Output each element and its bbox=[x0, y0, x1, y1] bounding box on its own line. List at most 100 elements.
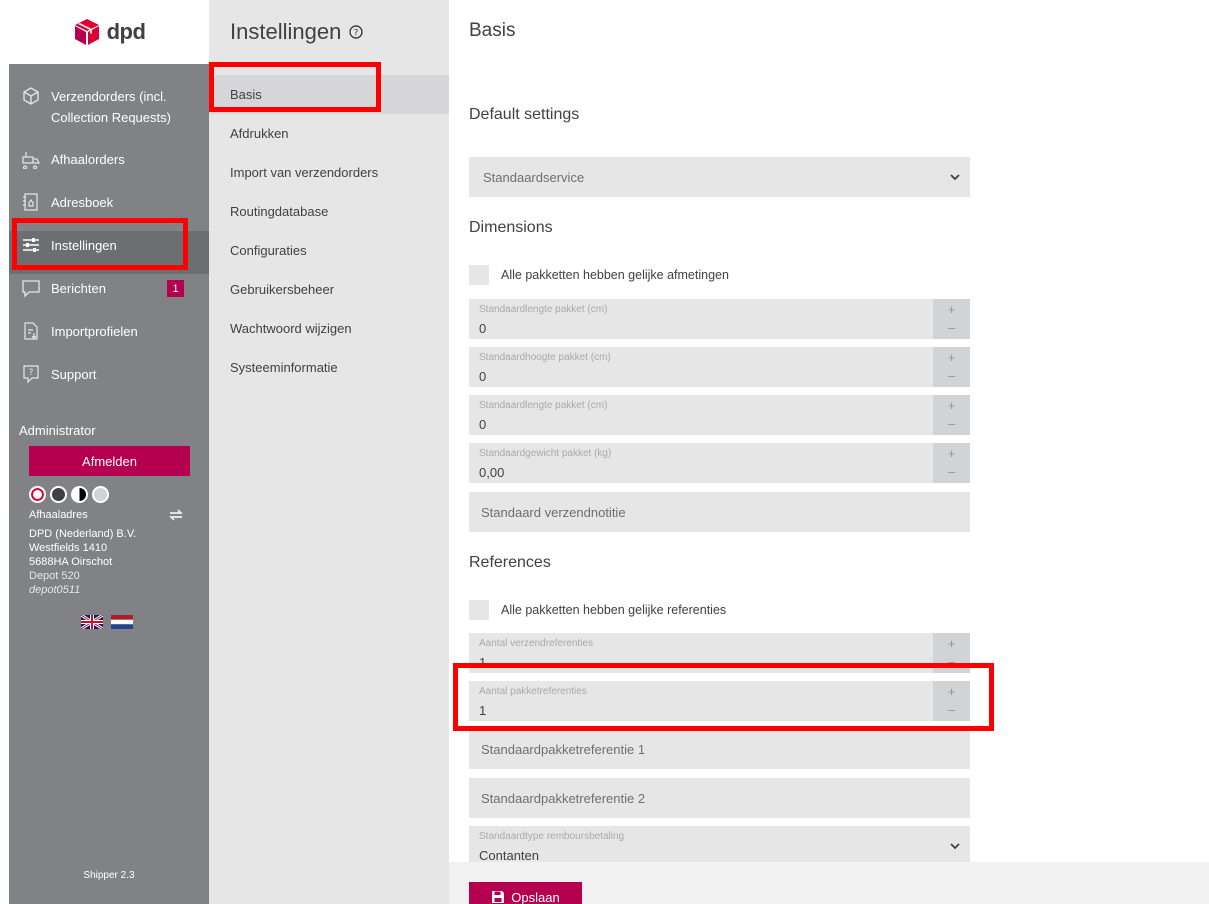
theme-grey-option[interactable] bbox=[92, 486, 109, 503]
submenu-item-system-info[interactable]: Systeeminformatie bbox=[209, 348, 449, 387]
service-select[interactable]: Standaardservice bbox=[469, 157, 970, 197]
parcel-reference-1-input[interactable]: Standaardpakketreferentie 1 bbox=[469, 729, 970, 769]
shipment-references-count-field[interactable]: Aantal verzendreferenties 1 + – bbox=[469, 633, 970, 673]
message-icon bbox=[22, 280, 40, 298]
theme-light-option[interactable] bbox=[29, 486, 46, 503]
increment-button[interactable]: + bbox=[933, 396, 970, 416]
address-line: 5688HA Oirschot bbox=[29, 556, 113, 568]
decrement-button[interactable]: – bbox=[933, 700, 970, 720]
sidebar-item-settings[interactable]: Instellingen bbox=[9, 231, 209, 274]
user-role-label: Administrator bbox=[19, 423, 96, 438]
submenu-item-change-password[interactable]: Wachtwoord wijzigen bbox=[209, 309, 449, 348]
support-icon: ? bbox=[23, 365, 39, 384]
decrement-button[interactable]: – bbox=[933, 462, 970, 482]
depot-code: depot0511 bbox=[29, 584, 81, 596]
pickup-address-label: Afhaaladres bbox=[29, 509, 88, 521]
address-line: Westfields 1410 bbox=[29, 542, 108, 554]
swap-arrows-icon[interactable] bbox=[169, 509, 183, 521]
checkbox-label: Alle pakketten hebben gelijke afmetingen bbox=[501, 268, 729, 282]
parcel-references-count-field[interactable]: Aantal pakketreferenties 1 + – bbox=[469, 681, 970, 721]
theme-contrast-option[interactable] bbox=[71, 486, 88, 503]
section-heading: Default settings bbox=[469, 106, 580, 123]
equal-references-checkbox-row[interactable]: Alle pakketten hebben gelijke referentie… bbox=[469, 600, 726, 620]
field-value: 0,00 bbox=[479, 465, 505, 480]
save-button[interactable]: Opslaan bbox=[469, 882, 582, 904]
increment-button[interactable]: + bbox=[933, 348, 970, 368]
quantity-stepper: + – bbox=[933, 633, 970, 673]
decrement-button[interactable]: – bbox=[933, 318, 970, 338]
language-switcher bbox=[81, 615, 209, 629]
field-placeholder: Standaardlengte pakket (cm) bbox=[479, 400, 608, 411]
default-height-field[interactable]: Standaardhoogte pakket (cm) 0 + – bbox=[469, 347, 970, 387]
sidebar-item-messages[interactable]: Berichten 1 bbox=[9, 274, 209, 317]
dpd-cube-icon bbox=[74, 19, 99, 45]
select-value: Standaardservice bbox=[483, 169, 585, 185]
equal-dimensions-checkbox[interactable] bbox=[469, 265, 489, 285]
submenu-item-print[interactable]: Afdrukken bbox=[209, 114, 449, 153]
help-icon[interactable]: ? bbox=[349, 25, 364, 39]
decrement-button[interactable]: – bbox=[933, 652, 970, 672]
sidebar-item-pickup-orders[interactable]: Afhaalorders bbox=[9, 145, 209, 188]
sidebar-nav: Verzendorders (incl. Collection Requests… bbox=[9, 64, 209, 403]
increment-button[interactable]: + bbox=[933, 300, 970, 320]
field-placeholder: Aantal pakketreferenties bbox=[479, 686, 587, 697]
pickup-truck-icon bbox=[22, 152, 40, 169]
field-placeholder: Aantal verzendreferenties bbox=[479, 638, 593, 649]
submenu-item-configurations[interactable]: Configuraties bbox=[209, 231, 449, 270]
sidebar-item-shipping-orders[interactable]: Verzendorders (incl. Collection Requests… bbox=[9, 82, 209, 145]
settings-submenu: Instellingen ? Basis Afdrukken Import va… bbox=[209, 0, 449, 904]
import-file-icon bbox=[24, 322, 38, 340]
shipping-note-input[interactable]: Standaard verzendnotitie bbox=[469, 492, 970, 532]
default-width-field[interactable]: Standaardlengte pakket (cm) 0 + – bbox=[469, 395, 970, 435]
select-value: Contanten bbox=[479, 848, 539, 863]
default-length-field[interactable]: Standaardlengte pakket (cm) 0 + – bbox=[469, 299, 970, 339]
field-value: 0 bbox=[479, 321, 487, 336]
parcel-reference-2-input[interactable]: Standaardpakketreferentie 2 bbox=[469, 778, 970, 818]
floppy-disk-icon bbox=[492, 891, 505, 903]
field-placeholder: Standaardgewicht pakket (kg) bbox=[479, 448, 612, 459]
theme-dark-option[interactable] bbox=[50, 486, 67, 503]
svg-text:?: ? bbox=[29, 368, 34, 378]
depot-line: Depot 520 bbox=[29, 570, 80, 582]
cod-payment-type-select[interactable]: Standaardtype rembours­betaling Contante… bbox=[469, 826, 970, 866]
field-value: 1 bbox=[479, 655, 487, 670]
increment-button[interactable]: + bbox=[933, 634, 970, 654]
submenu-item-import-orders[interactable]: Import van verzendorders bbox=[209, 153, 449, 192]
increment-button[interactable]: + bbox=[933, 682, 970, 702]
dpd-logo[interactable]: dpd bbox=[9, 0, 209, 64]
submenu-item-routing-database[interactable]: Routingdatabase bbox=[209, 192, 449, 231]
submenu-list: Basis Afdrukken Import van verzendorders… bbox=[209, 64, 449, 387]
section-heading: References bbox=[469, 554, 551, 571]
address-book-icon bbox=[23, 193, 38, 211]
pickup-address-header: Afhaaladres bbox=[29, 509, 183, 521]
submenu-item-basis[interactable]: Basis bbox=[209, 75, 449, 114]
submenu-title: Instellingen ? bbox=[209, 0, 449, 64]
default-weight-field[interactable]: Standaardgewicht pakket (kg) 0,00 + – bbox=[469, 443, 970, 483]
main-content: Basis Default settings Standaardservice … bbox=[449, 0, 1209, 904]
address-line: DPD (Nederland) B.V. bbox=[29, 528, 137, 540]
checkbox-label: Alle pakketten hebben gelijke referentie… bbox=[501, 603, 727, 617]
submenu-item-user-management[interactable]: Gebruikersbeheer bbox=[209, 270, 449, 309]
quantity-stepper: + – bbox=[933, 681, 970, 721]
sidebar-item-address-book[interactable]: Adresboek bbox=[9, 188, 209, 231]
sidebar-item-label: Afhaalorders bbox=[51, 152, 125, 167]
logout-button[interactable]: Afmelden bbox=[29, 446, 190, 476]
sidebar-item-label: Adresboek bbox=[51, 195, 114, 210]
nl-flag-icon[interactable] bbox=[111, 615, 133, 629]
quantity-stepper: + – bbox=[933, 347, 970, 387]
save-button-label: Opslaan bbox=[511, 889, 560, 904]
chevron-down-icon bbox=[950, 843, 960, 850]
unread-count-badge: 1 bbox=[167, 280, 184, 297]
equal-references-checkbox[interactable] bbox=[469, 600, 489, 620]
sidebar-item-import-profiles[interactable]: Importprofielen bbox=[9, 317, 209, 360]
equal-dimensions-checkbox-row[interactable]: Alle pakketten hebben gelijke afmetingen bbox=[469, 265, 729, 285]
sidebar-item-support[interactable]: ? Support bbox=[9, 360, 209, 403]
uk-flag-icon[interactable] bbox=[81, 615, 103, 629]
decrement-button[interactable]: – bbox=[933, 366, 970, 386]
increment-button[interactable]: + bbox=[933, 444, 970, 464]
decrement-button[interactable]: – bbox=[933, 414, 970, 434]
field-value: 0 bbox=[479, 417, 487, 432]
svg-text:?: ? bbox=[354, 29, 359, 39]
sidebar-item-label: Collection Requests) bbox=[51, 110, 171, 125]
sidebar-item-label: Support bbox=[51, 367, 97, 382]
